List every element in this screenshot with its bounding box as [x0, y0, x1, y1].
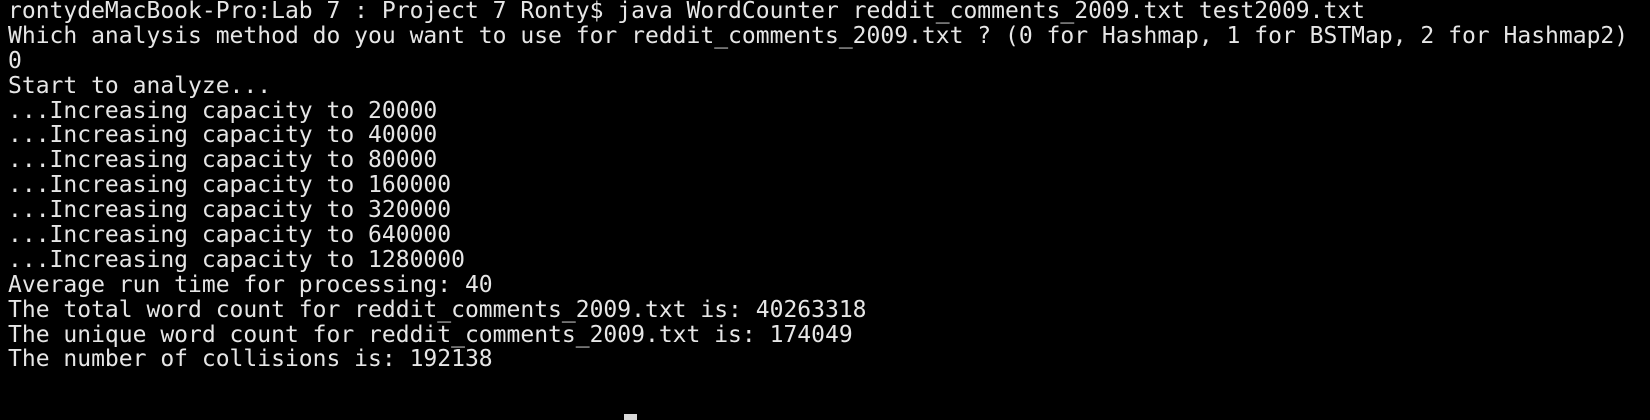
text-cursor — [624, 414, 637, 420]
output-line-capacity-40000: ...Increasing capacity to 40000 — [8, 122, 438, 149]
output-line-average-run-time: Average run time for processing: 40 — [8, 271, 493, 298]
output-line-unique-word-count: The unique word count for reddit_comment… — [8, 321, 853, 348]
output-line-capacity-1280000: ...Increasing capacity to 1280000 — [8, 246, 465, 273]
output-line-capacity-320000: ...Increasing capacity to 320000 — [8, 197, 452, 224]
output-line-capacity-80000: ...Increasing capacity to 80000 — [8, 147, 438, 174]
output-line-start: Start to analyze... — [8, 72, 272, 99]
output-line-capacity-20000: ...Increasing capacity to 20000 — [8, 97, 438, 124]
terminal-window[interactable]: rontydeMacBook-Pro:Lab 7 : Project 7 Ron… — [0, 0, 1650, 420]
analysis-method-question: Which analysis method do you want to use… — [8, 22, 1629, 49]
output-line-capacity-640000: ...Increasing capacity to 640000 — [8, 222, 452, 249]
user-input-line: 0 — [8, 47, 22, 74]
output-line-collisions: The number of collisions is: 192138 — [8, 346, 493, 373]
output-line-total-word-count: The total word count for reddit_comments… — [8, 296, 867, 323]
output-line-capacity-160000: ...Increasing capacity to 160000 — [8, 172, 452, 199]
